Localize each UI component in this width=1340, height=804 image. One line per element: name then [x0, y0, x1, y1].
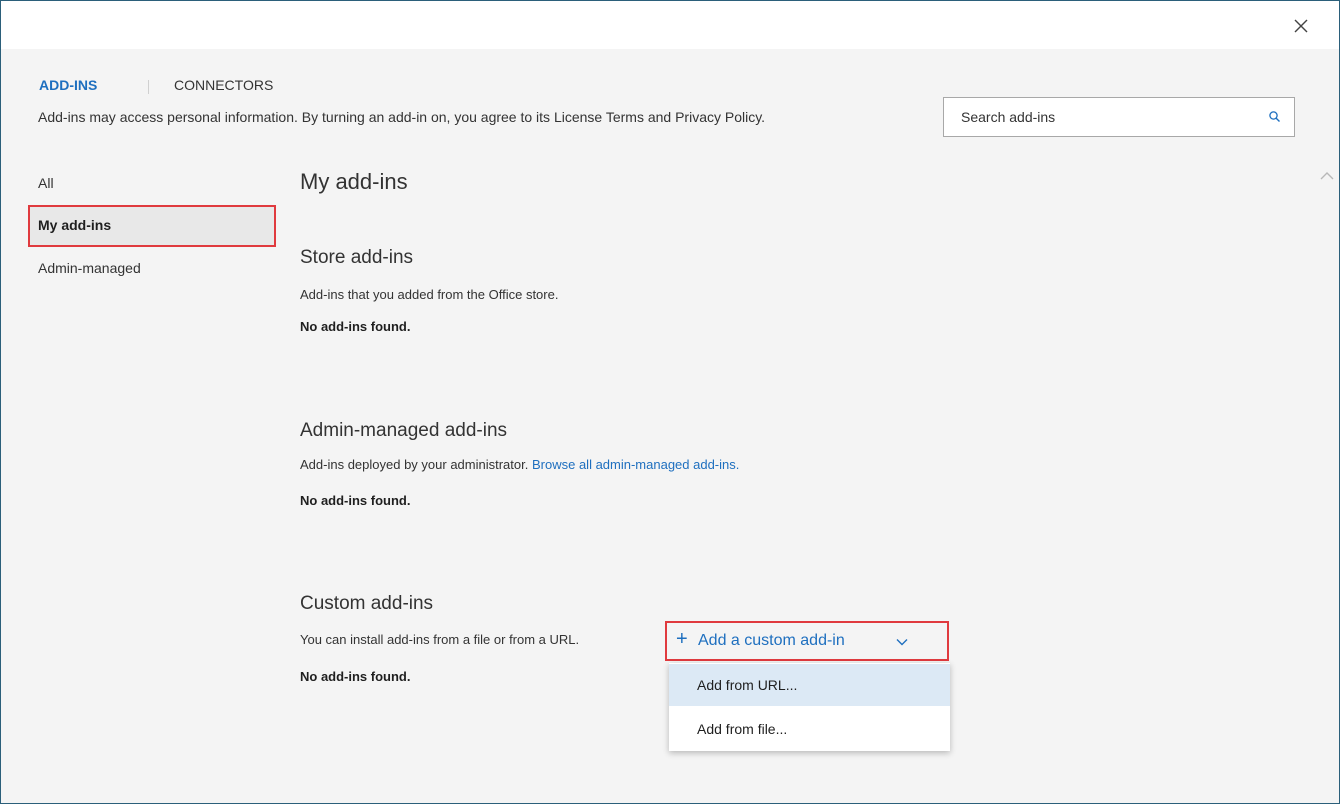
page-title: My add-ins	[300, 169, 408, 194]
add-custom-add-in-button[interactable]: + Add a custom add-in	[665, 621, 949, 661]
admin-managed-description-text: Add-ins deployed by your administrator.	[300, 457, 529, 472]
menu-item-add-from-file[interactable]: Add from file...	[669, 708, 950, 750]
tab-connectors[interactable]: CONNECTORS	[174, 77, 273, 93]
scroll-up-chevron-icon[interactable]	[1319, 169, 1335, 181]
search-placeholder: Search add-ins	[961, 109, 1056, 125]
store-add-ins-description: Add-ins that you added from the Office s…	[300, 287, 559, 302]
title-bar	[1, 1, 1339, 49]
add-custom-add-in-menu: Add from URL... Add from file...	[669, 663, 950, 751]
sidebar-item-all[interactable]: All	[38, 175, 54, 191]
sidebar-item-admin-managed[interactable]: Admin-managed	[38, 260, 141, 276]
search-icon[interactable]	[1268, 110, 1282, 124]
custom-add-ins-description: You can install add-ins from a file or f…	[300, 632, 580, 647]
add-custom-add-in-label: Add a custom add-in	[698, 632, 845, 649]
menu-item-add-from-url[interactable]: Add from URL...	[669, 664, 950, 706]
tab-divider	[148, 80, 149, 94]
admin-managed-description: Add-ins deployed by your administrator. …	[300, 457, 739, 472]
sidebar-item-label: My add-ins	[38, 217, 112, 233]
custom-add-ins-empty-message: No add-ins found.	[300, 669, 411, 684]
close-icon	[1294, 19, 1308, 33]
search-input[interactable]: Search add-ins	[943, 97, 1295, 137]
privacy-disclaimer: Add-ins may access personal information.…	[38, 109, 766, 125]
menu-item-label: Add from URL...	[697, 677, 798, 693]
chevron-down-icon	[896, 639, 908, 646]
store-add-ins-empty-message: No add-ins found.	[300, 319, 411, 334]
plus-icon: +	[676, 628, 688, 650]
menu-item-label: Add from file...	[697, 721, 788, 737]
browse-admin-managed-link[interactable]: Browse all admin-managed add-ins.	[532, 457, 739, 472]
close-button[interactable]	[1288, 13, 1314, 39]
store-add-ins-heading: Store add-ins	[300, 247, 414, 268]
tab-add-ins[interactable]: ADD-INS	[39, 77, 97, 93]
custom-add-ins-heading: Custom add-ins	[300, 593, 434, 614]
add-ins-dialog: ADD-INS CONNECTORS Add-ins may access pe…	[0, 0, 1340, 804]
sidebar-item-my-add-ins[interactable]: My add-ins	[28, 205, 276, 247]
admin-managed-empty-message: No add-ins found.	[300, 493, 411, 508]
admin-managed-heading: Admin-managed add-ins	[300, 420, 508, 441]
